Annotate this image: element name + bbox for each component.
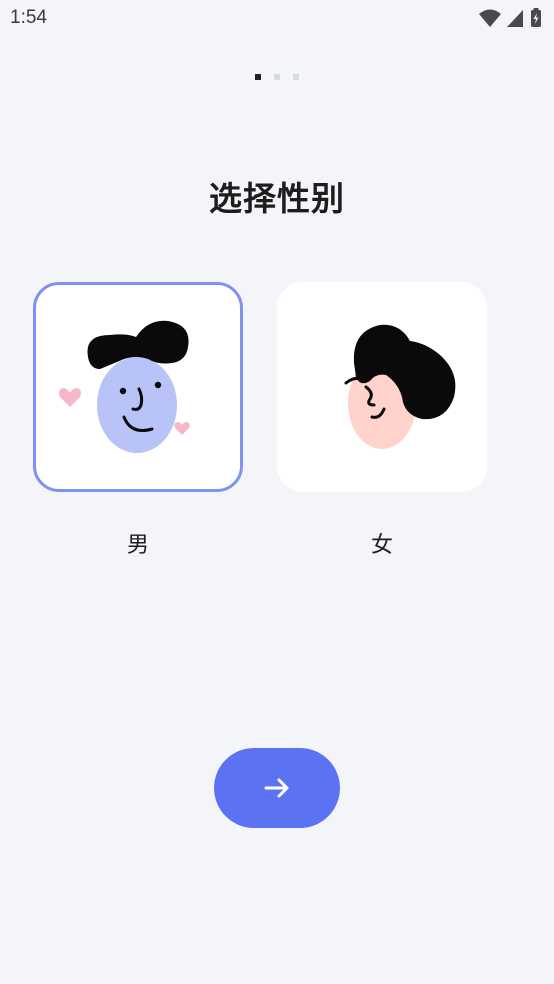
gender-option-male-label: 男	[126, 533, 149, 558]
male-avatar-icon	[59, 320, 190, 453]
page-indicator-dot	[274, 74, 280, 80]
cellular-signal-icon	[507, 10, 523, 27]
status-bar: 1:54	[0, 0, 554, 38]
page-indicator-dot	[293, 74, 299, 80]
arrow-right-icon	[264, 778, 289, 798]
status-icons	[454, 8, 544, 28]
page-indicator-dot-active	[255, 74, 261, 80]
next-button[interactable]	[214, 748, 340, 828]
gender-option-male[interactable]	[33, 282, 243, 492]
gender-option-female[interactable]	[277, 282, 487, 492]
page-title: 选择性别	[209, 179, 345, 218]
wifi-icon	[479, 9, 501, 27]
gender-option-female-label: 女	[370, 533, 393, 558]
page-indicator	[0, 74, 554, 80]
battery-charging-icon	[531, 8, 541, 27]
status-time: 1:54	[10, 7, 47, 28]
female-avatar-icon	[344, 324, 456, 449]
